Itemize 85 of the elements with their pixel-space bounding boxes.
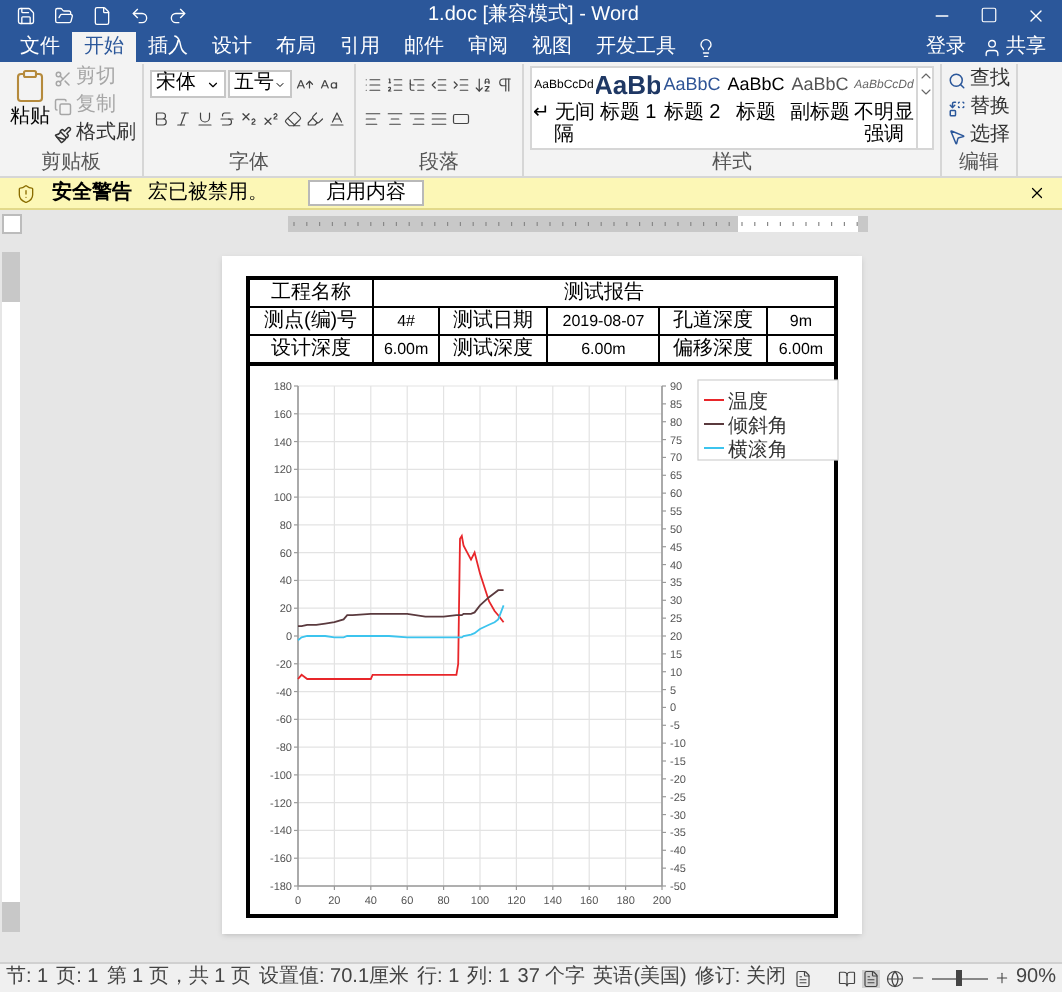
caret-icon xyxy=(274,77,286,91)
zoom-level: 90% xyxy=(1015,968,1056,988)
status-item: 第 1 页，共 1 页 xyxy=(106,968,251,988)
status-item: 列: 1 xyxy=(467,968,510,988)
folder-icon[interactable] xyxy=(54,5,74,25)
style-item[interactable]: AaBbC 副标题 xyxy=(788,68,852,148)
highlighter-icon[interactable] xyxy=(304,106,326,132)
web-layout-icon[interactable] xyxy=(885,969,904,987)
legend-label: 倾斜角 xyxy=(727,416,787,438)
group-label: 样式 xyxy=(710,152,754,176)
copy-icon xyxy=(54,97,72,115)
editing-action[interactable]: 查找 xyxy=(948,66,1010,94)
enable-content-button[interactable]: 启用内容 xyxy=(308,180,424,206)
table-cell: 4# xyxy=(373,307,440,335)
close-icon[interactable] xyxy=(1028,184,1046,202)
paste-button[interactable]: 粘贴 xyxy=(6,64,54,152)
window-title: 1.doc [兼容模式] - Word xyxy=(428,5,639,25)
status-item: 行: 1 xyxy=(417,968,460,988)
font-name-field[interactable]: 宋体 xyxy=(150,70,226,98)
zoom-in-icon[interactable] xyxy=(993,970,1010,986)
ribbon-tab[interactable]: 开发工具 xyxy=(584,32,688,62)
ribbon-tab[interactable]: 插入 xyxy=(136,32,200,62)
document-icon[interactable] xyxy=(92,5,112,25)
italic-icon[interactable] xyxy=(172,106,194,132)
ribbon-tab[interactable]: 引用 xyxy=(328,32,392,62)
warning-title: 安全警告 xyxy=(52,183,132,203)
legend-background xyxy=(696,379,838,461)
table-cell: 2019-08-07 xyxy=(547,307,659,335)
bold-icon[interactable] xyxy=(150,106,172,132)
person-icon xyxy=(982,37,1002,57)
warning-message: 宏已被禁用。 xyxy=(148,183,268,203)
table-cell: 测点(编)号 xyxy=(247,307,374,335)
scroll-up-icon[interactable] xyxy=(918,68,934,84)
lightbulb-icon[interactable] xyxy=(696,37,716,57)
share-button[interactable]: 共享 xyxy=(982,37,1046,57)
underline-icon[interactable] xyxy=(194,106,216,132)
table-cell: 工程名称 xyxy=(247,278,374,307)
print-layout-icon[interactable] xyxy=(861,969,880,987)
pointer-icon xyxy=(948,127,966,145)
status-item: 英语(美国) xyxy=(593,968,687,988)
style-item[interactable]: AaBbC 标题 2 xyxy=(660,68,724,148)
read-mode-icon[interactable] xyxy=(837,969,856,987)
scroll-down-icon[interactable] xyxy=(918,84,934,100)
ribbon-tab[interactable]: 视图 xyxy=(520,32,584,62)
style-item[interactable]: AaBbC 标题 xyxy=(724,68,788,148)
ribbon-tab[interactable]: 邮件 xyxy=(392,32,456,62)
table-cell: 孔道深度 xyxy=(658,307,768,335)
paintbrush-icon xyxy=(54,125,72,143)
caret-icon xyxy=(206,77,220,91)
ribbon-tab[interactable]: 审阅 xyxy=(456,32,520,62)
table-cell: 测试报告 xyxy=(373,278,835,307)
group-label: 段落 xyxy=(417,152,461,176)
undo-icon[interactable] xyxy=(130,5,150,25)
ribbon-tab[interactable]: 布局 xyxy=(264,32,328,62)
sign-in-link[interactable]: 登录 xyxy=(926,37,966,57)
shield-icon xyxy=(16,183,36,203)
redo-icon[interactable] xyxy=(168,5,188,25)
eraser-icon[interactable] xyxy=(282,106,304,132)
ribbon-tab[interactable]: 开始 xyxy=(72,32,136,62)
status-item: 页: 1 xyxy=(56,968,99,988)
status-item: 37 个字 xyxy=(517,968,586,988)
editing-action[interactable]: 替换 xyxy=(948,94,1010,122)
clipboard-icon xyxy=(12,68,48,104)
group-label: 字体 xyxy=(227,152,271,176)
status-item: 修订: 关闭 xyxy=(694,968,786,988)
ribbon-tab[interactable]: 设计 xyxy=(200,32,264,62)
editing-action[interactable]: 选择 xyxy=(948,122,1010,150)
maximize-icon[interactable] xyxy=(980,6,998,24)
clipboard-action[interactable]: 格式刷 xyxy=(54,120,136,148)
close-icon[interactable] xyxy=(1026,5,1046,25)
legend-label: 横滚角 xyxy=(727,440,787,462)
search-icon xyxy=(948,71,966,89)
legend-label: 温度 xyxy=(727,392,767,414)
status-item: 节: 1 xyxy=(6,968,49,988)
strikethrough-icon[interactable] xyxy=(216,106,238,132)
ribbon-tab[interactable]: 文件 xyxy=(8,32,72,62)
save-icon[interactable] xyxy=(16,5,36,25)
scissors-icon xyxy=(54,69,72,87)
group-label: 剪贴板 xyxy=(39,152,103,176)
replace-icon xyxy=(948,99,966,117)
table-cell: 测试日期 xyxy=(439,307,548,335)
zoom-slider[interactable] xyxy=(931,970,988,986)
group-label: 编辑 xyxy=(957,152,1001,176)
font-size-field[interactable]: 五号 xyxy=(228,70,292,98)
status-item: 设置值: 70.1厘米 xyxy=(259,968,410,988)
